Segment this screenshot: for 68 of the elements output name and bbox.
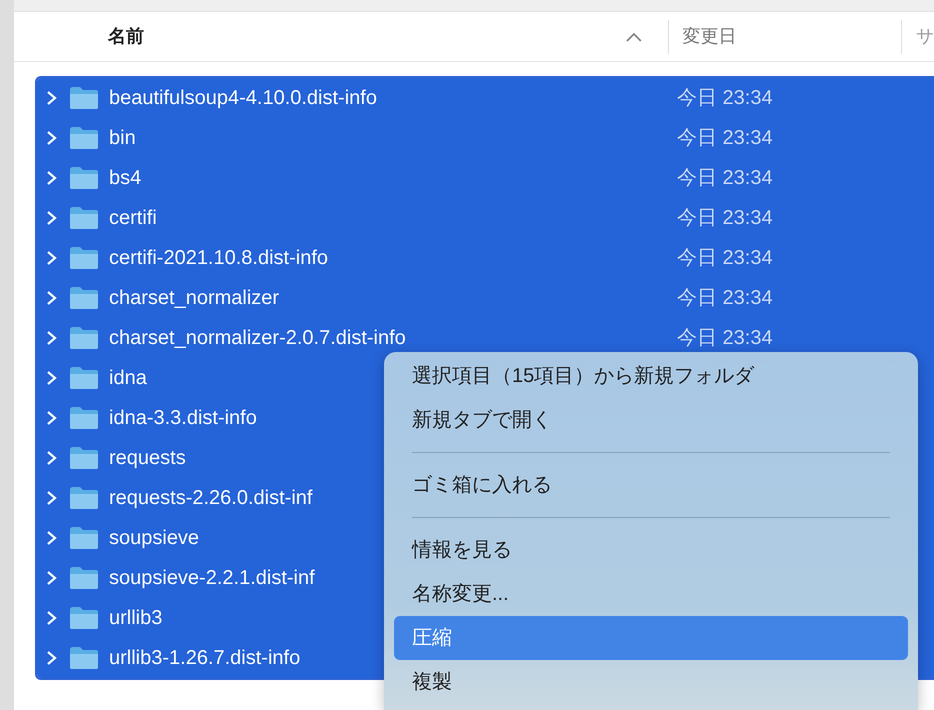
chevron-icon [46, 290, 58, 306]
folder-icon [69, 166, 99, 190]
folder-icon [69, 526, 99, 550]
chevron-icon [46, 650, 58, 666]
folder-icon [69, 286, 99, 310]
chevron-icon [46, 370, 58, 386]
column-header[interactable]: サ [916, 23, 934, 50]
column-header[interactable]: 変更日 [682, 23, 901, 50]
menu-item[interactable]: 新規タブで開く [384, 398, 918, 442]
column-header[interactable]: 名前 [108, 23, 625, 50]
modified-date: 今日 23:34 [677, 286, 773, 311]
chevron-icon [46, 450, 58, 466]
chevron-icon [46, 330, 58, 346]
folder-icon [69, 406, 99, 430]
chevron-icon [46, 210, 58, 226]
file-name: certifi [109, 207, 157, 229]
chevron-icon [46, 410, 58, 426]
file-name: certifi-2021.10.8.dist-info [109, 247, 328, 269]
folder-icon [69, 606, 99, 630]
modified-date: 今日 23:34 [677, 126, 773, 151]
modified-date: 今日 23:34 [677, 206, 773, 231]
file-name: urllib3 [109, 607, 162, 629]
folder-icon [69, 86, 99, 110]
folder-icon [69, 446, 99, 470]
chevron-icon [46, 570, 58, 586]
file-name: soupsieve [109, 527, 200, 549]
menu-item[interactable]: 複製 [384, 660, 918, 704]
modified-date: 今日 23:34 [677, 246, 773, 271]
modified-date: 今日 23:34 [677, 86, 773, 111]
file-name: soupsieve-2.2.1.dist-inf [109, 567, 315, 589]
chevron-icon [46, 90, 58, 106]
chevron-icon [46, 250, 58, 266]
file-row[interactable]: certifi 今日 23:34 [37, 198, 934, 238]
file-name: idna [109, 367, 147, 389]
file-name: requests [109, 447, 186, 469]
file-row[interactable]: charset_normalizer-2.0.7.dist-info 今日 23:34 [37, 318, 934, 358]
chevron-icon [46, 610, 58, 626]
file-row[interactable]: bin 今日 23:34 [37, 118, 934, 158]
folder-icon [69, 246, 99, 270]
menu-item[interactable]: 圧縮 [394, 616, 908, 660]
file-row[interactable]: bs4 今日 23:34 [37, 158, 934, 198]
folder-icon [69, 486, 99, 510]
chevron-icon [46, 490, 58, 506]
chevron-icon [46, 130, 58, 146]
file-name: requests-2.26.0.dist-inf [109, 487, 312, 509]
file-row[interactable]: charset_normalizer 今日 23:34 [37, 278, 934, 318]
file-name: charset_normalizer [109, 287, 280, 309]
menu-item[interactable]: 情報を見る [384, 528, 918, 572]
menu-item[interactable]: 名称変更... [384, 572, 918, 616]
folder-icon [69, 326, 99, 350]
file-name: urllib3-1.26.7.dist-info [109, 647, 300, 669]
modified-date: 今日 23:34 [677, 326, 773, 351]
chevron-icon [46, 170, 58, 186]
modified-date: 今日 23:34 [677, 166, 773, 191]
folder-icon [69, 206, 99, 230]
file-name: beautifulsoup4-4.10.0.dist-info [109, 87, 377, 109]
file-row[interactable]: certifi-2021.10.8.dist-info 今日 23:34 [37, 238, 934, 278]
file-name: bin [109, 127, 136, 149]
file-name: idna-3.3.dist-info [109, 407, 257, 429]
file-row[interactable]: beautifulsoup4-4.10.0.dist-info 今日 23:34 [37, 78, 934, 118]
folder-icon [69, 366, 99, 390]
folder-icon [69, 126, 99, 150]
menu-item[interactable]: ゴミ箱に入れる [384, 463, 918, 507]
file-name: charset_normalizer-2.0.7.dist-info [109, 327, 406, 349]
folder-icon [69, 566, 99, 590]
chevron-icon [46, 530, 58, 546]
file-name: bs4 [109, 167, 142, 189]
folder-icon [69, 646, 99, 670]
